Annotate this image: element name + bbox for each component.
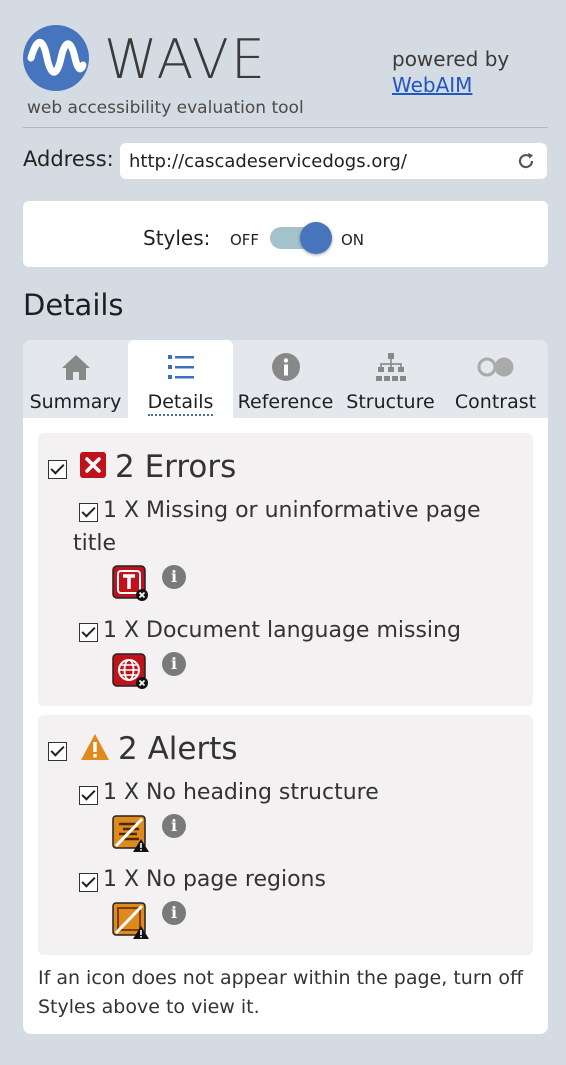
no-heading-alert-icon[interactable] <box>112 815 150 853</box>
reload-icon[interactable] <box>516 151 536 171</box>
hierarchy-icon <box>375 353 406 381</box>
language-missing-error-icon[interactable] <box>112 653 148 689</box>
errors-title: 2 Errors <box>115 449 237 485</box>
alert-item-label: 1 X No heading structure <box>103 780 379 805</box>
tab-contrast[interactable]: Contrast <box>443 340 548 418</box>
tab-contrast-label: Contrast <box>454 391 537 413</box>
tab-details-label: Details <box>147 391 214 416</box>
info-button-icon[interactable]: i <box>162 901 186 925</box>
tab-reference[interactable]: Reference <box>233 340 338 418</box>
tab-structure[interactable]: Structure <box>338 340 443 418</box>
webaim-link[interactable]: WebAIM <box>392 72 509 98</box>
contrast-icon <box>477 357 513 377</box>
alert-item-checkbox[interactable] <box>79 873 98 892</box>
info-button-icon[interactable]: i <box>162 652 186 676</box>
address-value[interactable]: http://cascadeservicedogs.org/ <box>129 151 407 172</box>
styles-footnote: If an icon does not appear within the pa… <box>38 967 524 1018</box>
error-icon <box>80 452 106 478</box>
list-icon <box>167 355 194 379</box>
error-item-label: 1 X Document language missing <box>103 618 461 643</box>
styles-toggle-knob[interactable] <box>300 222 332 254</box>
error-item-checkbox[interactable] <box>79 623 98 642</box>
tab-structure-label: Structure <box>346 391 435 413</box>
section-title: Details <box>23 288 124 322</box>
wave-logo-icon <box>23 25 89 91</box>
errors-checkbox[interactable] <box>48 460 67 479</box>
missing-title-error-icon[interactable] <box>112 565 148 601</box>
no-regions-alert-icon[interactable] <box>112 902 150 940</box>
powered-by-label: powered by <box>392 47 510 71</box>
styles-label: Styles: <box>143 226 211 250</box>
info-icon <box>271 353 300 381</box>
alerts-title: 2 Alerts <box>118 731 238 767</box>
tab-details[interactable]: Details <box>128 340 233 418</box>
info-button-icon[interactable]: i <box>162 565 186 589</box>
home-icon <box>61 355 90 380</box>
powered-by: powered by WebAIM <box>392 46 509 98</box>
address-label: Address: <box>23 147 114 171</box>
error-item-label: 1 X Missing or uninformative page title <box>73 498 481 556</box>
header-divider <box>23 127 548 128</box>
styles-off-label: OFF <box>230 231 260 249</box>
tab-summary-label: Summary <box>29 391 122 413</box>
alert-item-label: 1 X No page regions <box>103 867 326 892</box>
alert-item-checkbox[interactable] <box>79 786 98 805</box>
alert-icon <box>80 733 110 761</box>
tab-reference-label: Reference <box>237 391 334 413</box>
tagline: web accessibility evaluation tool <box>27 98 304 118</box>
info-button-icon[interactable]: i <box>162 814 186 838</box>
styles-on-label: ON <box>341 231 365 249</box>
alerts-checkbox[interactable] <box>48 742 67 761</box>
logo-wordmark: WAVE <box>104 28 267 91</box>
tab-summary[interactable]: Summary <box>23 340 128 418</box>
